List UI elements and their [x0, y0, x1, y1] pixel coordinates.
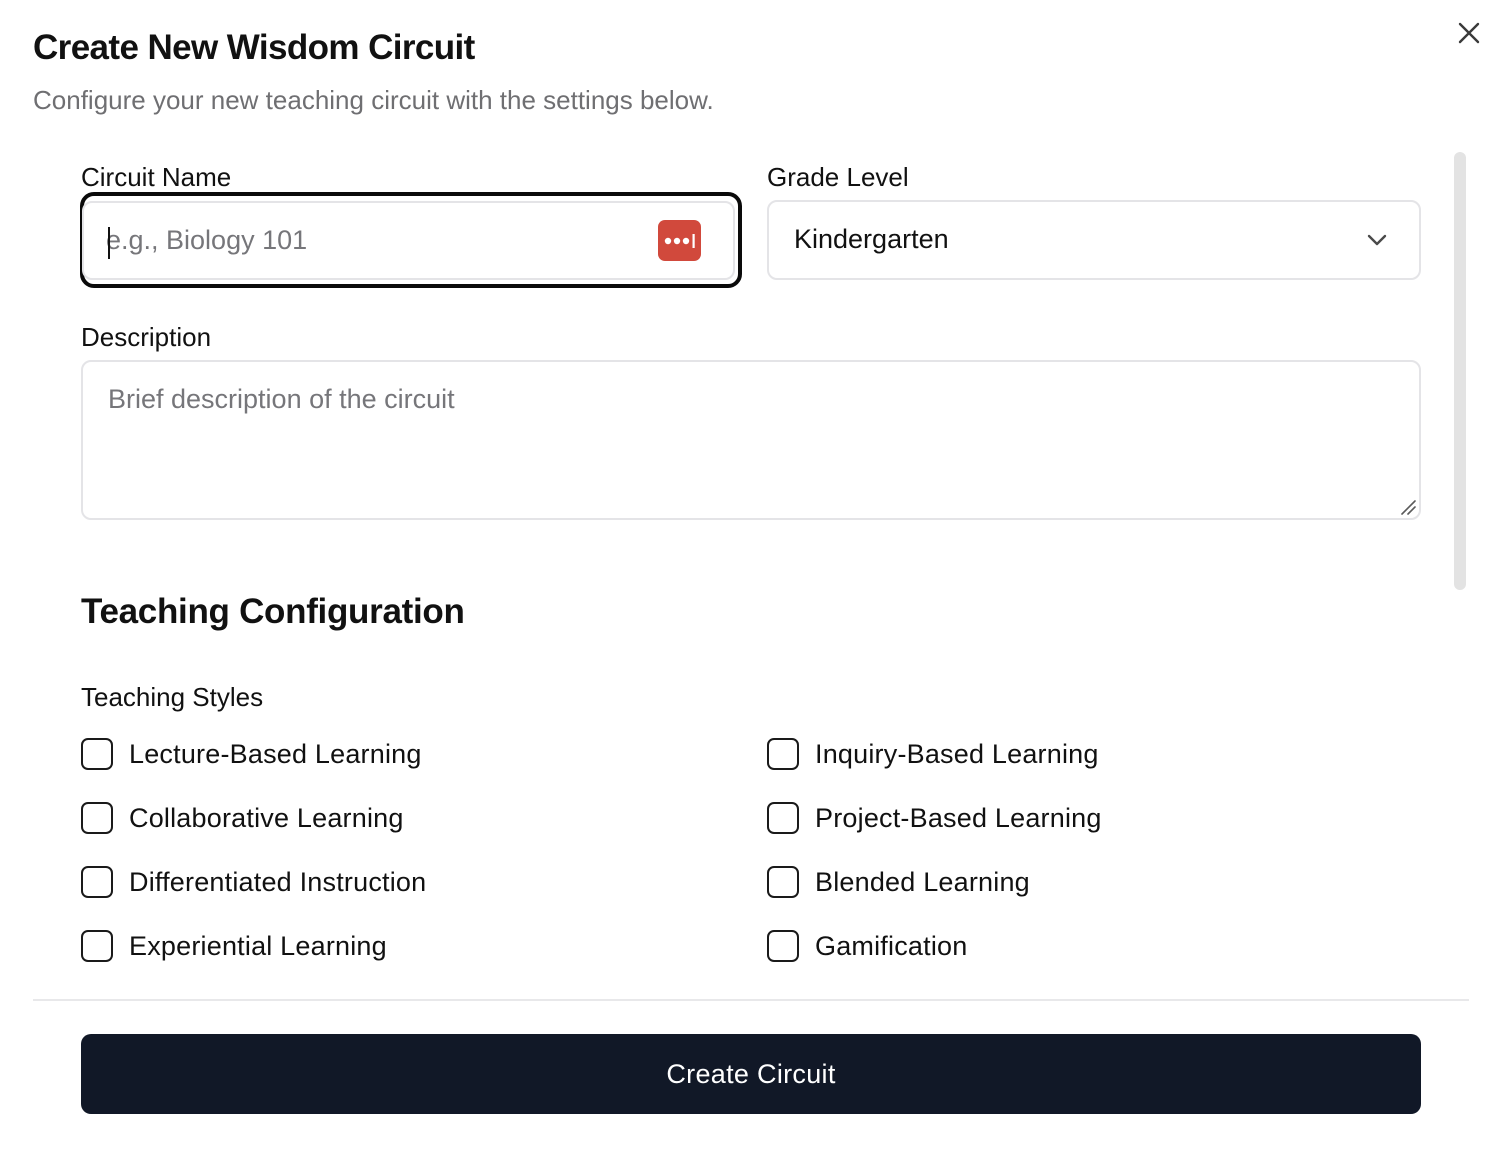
checkbox-box[interactable]: [81, 930, 113, 962]
checkbox-label: Gamification: [815, 930, 968, 961]
checkbox-project-based-learning[interactable]: Project-Based Learning: [767, 800, 1102, 836]
checkbox-box[interactable]: [767, 930, 799, 962]
resize-handle-icon[interactable]: [1399, 498, 1417, 516]
footer-divider: [33, 999, 1469, 1001]
checkbox-label: Blended Learning: [815, 866, 1030, 897]
description-placeholder: Brief description of the circuit: [108, 384, 455, 414]
checkbox-differentiated-instruction[interactable]: Differentiated Instruction: [81, 864, 426, 900]
checkbox-blended-learning[interactable]: Blended Learning: [767, 864, 1030, 900]
scrollbar-thumb[interactable]: [1454, 152, 1466, 590]
checkbox-box[interactable]: [81, 738, 113, 770]
teaching-configuration-heading: Teaching Configuration: [81, 592, 465, 631]
circuit-name-label: Circuit Name: [81, 162, 232, 192]
create-circuit-dialog: Create New Wisdom Circuit Configure your…: [0, 0, 1510, 1160]
circuit-name-input[interactable]: [106, 203, 646, 278]
description-textarea[interactable]: Brief description of the circuit: [81, 360, 1421, 520]
grade-level-select[interactable]: Kindergarten: [767, 200, 1421, 280]
checkbox-experiential-learning[interactable]: Experiential Learning: [81, 928, 387, 964]
text-caret: [108, 227, 110, 259]
close-icon: [1458, 22, 1480, 44]
checkbox-label: Inquiry-Based Learning: [815, 738, 1099, 769]
checkbox-collaborative-learning[interactable]: Collaborative Learning: [81, 800, 404, 836]
create-circuit-label: Create Circuit: [666, 1058, 836, 1089]
checkbox-box[interactable]: [767, 738, 799, 770]
grade-level-label: Grade Level: [767, 162, 909, 192]
teaching-styles-label: Teaching Styles: [81, 682, 264, 712]
grade-level-value: Kindergarten: [794, 224, 949, 254]
checkbox-label: Differentiated Instruction: [129, 866, 427, 897]
create-circuit-button[interactable]: Create Circuit: [81, 1034, 1421, 1114]
checkbox-label: Collaborative Learning: [129, 802, 404, 833]
dots-icon: [664, 233, 695, 248]
checkbox-box[interactable]: [767, 802, 799, 834]
checkbox-label: Experiential Learning: [129, 930, 387, 961]
checkbox-label: Lecture-Based Learning: [129, 738, 422, 769]
checkbox-box[interactable]: [81, 802, 113, 834]
checkbox-gamification[interactable]: Gamification: [767, 928, 967, 964]
close-button[interactable]: [1454, 18, 1484, 48]
checkbox-label: Project-Based Learning: [815, 802, 1102, 833]
checkbox-box[interactable]: [81, 866, 113, 898]
circuit-name-field: [82, 201, 735, 280]
checkbox-inquiry-based-learning[interactable]: Inquiry-Based Learning: [767, 736, 1099, 772]
description-label: Description: [81, 322, 212, 352]
dialog-title: Create New Wisdom Circuit: [33, 28, 475, 67]
checkbox-box[interactable]: [767, 866, 799, 898]
chevron-down-icon: [1367, 234, 1387, 246]
scrollbar[interactable]: [1452, 152, 1468, 592]
dialog-subtitle: Configure your new teaching circuit with…: [33, 85, 714, 115]
checkbox-lecture-based-learning[interactable]: Lecture-Based Learning: [81, 736, 422, 772]
password-manager-icon[interactable]: [658, 220, 701, 261]
